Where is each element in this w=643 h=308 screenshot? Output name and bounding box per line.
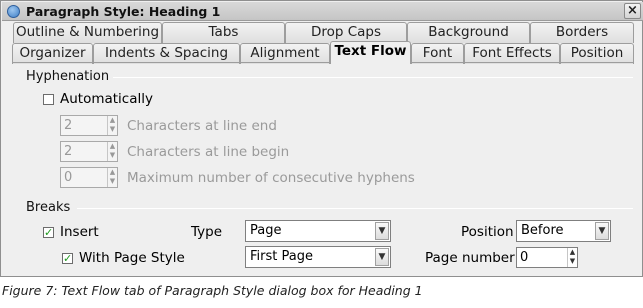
break-type-value: Page: [250, 223, 282, 238]
chevron-down-icon[interactable]: ▼: [375, 248, 389, 266]
auto-hyphenation-checkbox[interactable]: [43, 93, 54, 105]
spin-up-icon[interactable]: ▲: [108, 116, 117, 125]
hyphenation-divider: [113, 77, 633, 78]
break-position-dropdown[interactable]: Before ▼: [516, 220, 611, 242]
window-title: Paragraph Style: Heading 1: [26, 4, 221, 19]
break-type-label: Type: [191, 224, 223, 240]
spin-up-icon[interactable]: ▲: [568, 248, 577, 257]
breaks-title: Breaks: [26, 200, 71, 215]
insert-break-checkbox[interactable]: ✓: [43, 225, 54, 239]
app-icon: [7, 5, 20, 18]
dialog-window: Paragraph Style: Heading 1 × Outline & N…: [0, 0, 643, 277]
break-position-value: Before: [521, 223, 564, 238]
checkmark-icon: ✓: [63, 251, 73, 265]
tab-organizer[interactable]: Organizer: [12, 43, 93, 64]
tab-drop-caps[interactable]: Drop Caps: [285, 22, 407, 43]
page-style-value: First Page: [250, 249, 313, 264]
chevron-down-icon[interactable]: ▼: [375, 222, 389, 240]
tab-font-effects[interactable]: Font Effects: [464, 43, 560, 64]
max-hyphens-value: 0: [64, 170, 73, 185]
breaks-divider: [77, 208, 633, 209]
line-end-spinner[interactable]: 2 ▲ ▼: [60, 115, 118, 136]
line-end-label: Characters at line end: [127, 118, 277, 134]
auto-hyphenation-checkbox-row[interactable]: Automatically: [43, 91, 153, 107]
line-begin-spin-arrows[interactable]: ▲ ▼: [107, 142, 117, 161]
checkmark-icon: ✓: [44, 225, 54, 239]
tab-text-flow[interactable]: Text Flow: [330, 41, 411, 64]
spin-down-icon[interactable]: ▼: [108, 177, 117, 186]
page-style-checkbox-row[interactable]: ✓ With Page Style: [62, 250, 185, 266]
spin-down-icon[interactable]: ▼: [108, 125, 117, 134]
line-begin-label: Characters at line begin: [127, 144, 290, 160]
break-type-dropdown[interactable]: Page ▼: [245, 220, 391, 242]
page-number-value: 0: [520, 250, 529, 265]
page-style-checkbox[interactable]: ✓: [62, 251, 73, 265]
tab-font[interactable]: Font: [411, 43, 464, 64]
title-bar: Paragraph Style: Heading 1 ×: [2, 2, 643, 21]
page-number-label: Page number: [425, 250, 515, 266]
line-end-value: 2: [64, 118, 73, 133]
page-number-spinner[interactable]: 0 ▲ ▼: [516, 247, 578, 268]
line-begin-value: 2: [64, 144, 73, 159]
line-begin-spinner[interactable]: 2 ▲ ▼: [60, 141, 118, 162]
tab-borders[interactable]: Borders: [530, 22, 634, 43]
spin-up-icon[interactable]: ▲: [108, 168, 117, 177]
break-position-label: Position: [461, 224, 514, 240]
tab-tabs[interactable]: Tabs: [162, 22, 285, 43]
figure-caption: Figure 7: Text Flow tab of Paragraph Sty…: [2, 283, 423, 298]
page-style-dropdown[interactable]: First Page ▼: [245, 246, 391, 268]
max-hyphens-spin-arrows[interactable]: ▲ ▼: [107, 168, 117, 187]
hyphenation-title: Hyphenation: [26, 69, 110, 84]
insert-break-checkbox-row[interactable]: ✓ Insert: [43, 224, 99, 240]
chevron-down-icon[interactable]: ▼: [595, 222, 609, 240]
insert-break-label: Insert: [60, 224, 99, 240]
tab-panel-border: [12, 62, 634, 63]
max-hyphens-label: Maximum number of consecutive hyphens: [127, 170, 415, 186]
page-number-spin-arrows[interactable]: ▲ ▼: [567, 248, 577, 267]
auto-hyphenation-label: Automatically: [60, 91, 153, 107]
page-style-label: With Page Style: [79, 250, 185, 266]
tab-indents-spacing[interactable]: Indents & Spacing: [93, 43, 240, 64]
spin-up-icon[interactable]: ▲: [108, 142, 117, 151]
tab-outline-numbering[interactable]: Outline & Numbering: [13, 22, 162, 43]
line-end-spin-arrows[interactable]: ▲ ▼: [107, 116, 117, 135]
tab-alignment[interactable]: Alignment: [240, 43, 330, 64]
tab-position[interactable]: Position: [560, 43, 634, 64]
spin-down-icon[interactable]: ▼: [108, 151, 117, 160]
spin-down-icon[interactable]: ▼: [568, 257, 577, 266]
tab-background[interactable]: Background: [407, 22, 530, 43]
close-button[interactable]: ×: [624, 3, 641, 19]
max-hyphens-spinner[interactable]: 0 ▲ ▼: [60, 167, 118, 188]
